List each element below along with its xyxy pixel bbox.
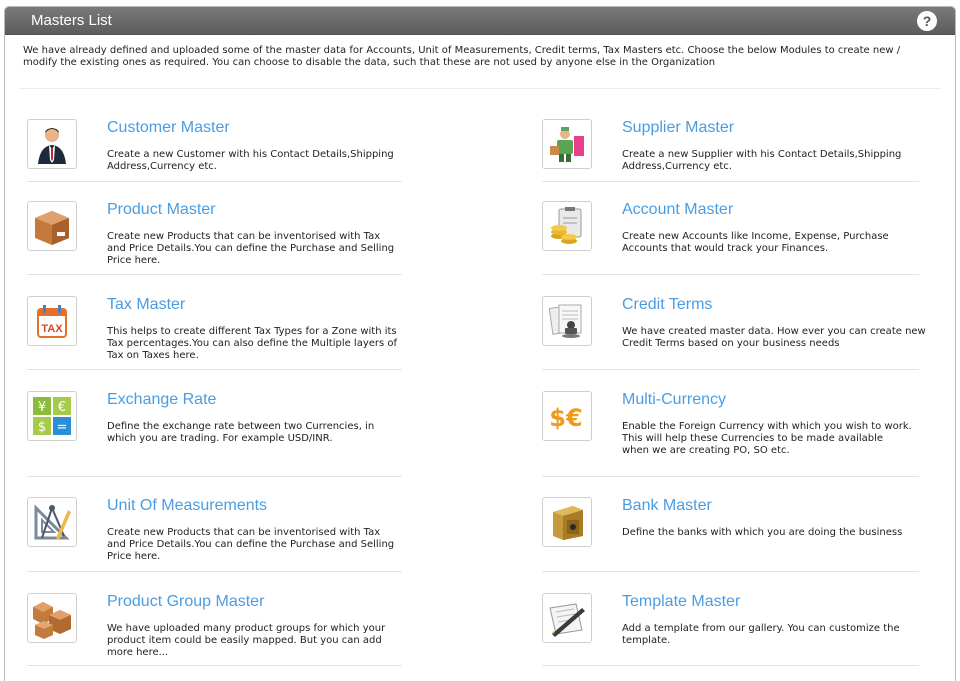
description-line: Accounts that would track your Finances. — [622, 243, 829, 254]
divider — [27, 274, 402, 275]
description-line: product item could be easily mapped. But… — [107, 635, 382, 646]
supplier-master-description: Create a new Supplier with his Contact D… — [622, 149, 901, 173]
intro-text: We have already defined and uploaded som… — [23, 45, 901, 68]
svg-text:=: = — [57, 420, 68, 435]
svg-text:TAX: TAX — [41, 323, 63, 335]
description-line: template. — [622, 635, 671, 646]
help-icon[interactable]: ? — [917, 10, 937, 31]
box-icon[interactable] — [27, 201, 77, 251]
exchange-rate-link[interactable]: Exchange Rate — [107, 391, 216, 409]
divider — [27, 571, 402, 572]
unit-of-measurements-link[interactable]: Unit Of Measurements — [107, 497, 267, 515]
description-line: This helps to create different Tax Types… — [107, 326, 397, 337]
credit-terms-description: We have created master data. How ever yo… — [622, 326, 926, 350]
svg-text:€: € — [58, 400, 66, 415]
description-line: Tax percentages.You can also define the … — [107, 338, 398, 349]
description-line: Tax on Taxes here. — [107, 350, 199, 361]
customer-master-link[interactable]: Customer Master — [107, 119, 230, 137]
divider — [27, 181, 402, 182]
dollar-euro-icon[interactable]: $€ — [542, 391, 592, 441]
drafting-tools-icon[interactable] — [27, 497, 77, 547]
description-line: This will help these Currencies to be ma… — [622, 433, 884, 444]
divider — [19, 88, 941, 89]
description-line: Enable the Foreign Currency with which y… — [622, 421, 912, 432]
unit-of-measurements-description: Create new Products that can be inventor… — [107, 527, 394, 563]
description-line: which you are trading. For example USD/I… — [107, 433, 333, 444]
description-line: when we are creating PO, SO etc. — [622, 445, 790, 456]
description-line: Price here. — [107, 255, 161, 266]
supplier-icon[interactable] — [542, 119, 592, 169]
template-master-description: Add a template from our gallery. You can… — [622, 623, 900, 647]
divider — [542, 274, 919, 275]
description-line: Define the banks with which you are doin… — [622, 527, 903, 538]
coins-clipboard-icon[interactable] — [542, 201, 592, 251]
divider — [542, 369, 919, 370]
description-line: Create new Accounts like Income, Expense… — [622, 231, 889, 242]
supplier-master-link[interactable]: Supplier Master — [622, 119, 734, 137]
masters-list-panel: Masters List ? We have already defined a… — [4, 6, 956, 681]
panel-title: Masters List — [31, 12, 112, 29]
description-line: more here... — [107, 647, 169, 658]
product-group-master-link[interactable]: Product Group Master — [107, 593, 264, 611]
safe-icon[interactable] — [542, 497, 592, 547]
customer-master-description: Create a new Customer with his Contact D… — [107, 149, 394, 173]
boxes-icon[interactable] — [27, 593, 77, 643]
product-master-description: Create new Products that can be inventor… — [107, 231, 394, 267]
multi-currency-link[interactable]: Multi-Currency — [622, 391, 726, 409]
product-group-master-description: We have uploaded many product groups for… — [107, 623, 385, 659]
bank-master-link[interactable]: Bank Master — [622, 497, 712, 515]
description-line: and Price Details.You can define the Pur… — [107, 243, 395, 254]
divider — [542, 181, 919, 182]
template-master-link[interactable]: Template Master — [622, 593, 740, 611]
description-line: and Price Details.You can define the Pur… — [107, 539, 395, 550]
product-master-link[interactable]: Product Master — [107, 201, 215, 219]
description-line: Price here. — [107, 551, 161, 562]
account-master-description: Create new Accounts like Income, Expense… — [622, 231, 889, 255]
divider — [27, 476, 402, 477]
description-line: Define the exchange rate between two Cur… — [107, 421, 375, 432]
customer-icon[interactable] — [27, 119, 77, 169]
description-line: Credit Terms based on your business need… — [622, 338, 840, 349]
tax-master-description: This helps to create different Tax Types… — [107, 326, 397, 362]
description-line: Address,Currency etc. — [622, 161, 732, 172]
svg-text:$: $ — [38, 420, 46, 435]
description-line: We have uploaded many product groups for… — [107, 623, 386, 634]
divider — [27, 369, 402, 370]
description-line: Create a new Supplier with his Contact D… — [622, 149, 902, 160]
account-master-link[interactable]: Account Master — [622, 201, 733, 219]
description-line: Create a new Customer with his Contact D… — [107, 149, 394, 160]
tax-calendar-icon[interactable]: TAX — [27, 296, 77, 346]
currency-exchange-icon[interactable]: ¥ € $ = — [27, 391, 77, 441]
credit-terms-link[interactable]: Credit Terms — [622, 296, 712, 314]
documents-stamp-icon[interactable] — [542, 296, 592, 346]
bank-master-description: Define the banks with which you are doin… — [622, 527, 902, 539]
description-line: Address,Currency etc. — [107, 161, 217, 172]
description-line: We have created master data. How ever yo… — [622, 326, 926, 337]
divider — [542, 476, 919, 477]
svg-text:$€: $€ — [549, 404, 582, 432]
description-line: Create new Products that can be inventor… — [107, 231, 381, 242]
multi-currency-description: Enable the Foreign Currency with which y… — [622, 421, 912, 457]
document-pen-icon[interactable] — [542, 593, 592, 643]
tax-master-link[interactable]: Tax Master — [107, 296, 185, 314]
divider — [542, 665, 919, 666]
description-line: Add a template from our gallery. You can… — [622, 623, 900, 634]
exchange-rate-description: Define the exchange rate between two Cur… — [107, 421, 374, 445]
titlebar: Masters List ? — [5, 7, 955, 35]
svg-text:¥: ¥ — [38, 400, 46, 415]
divider — [542, 571, 919, 572]
divider — [27, 665, 402, 666]
description-line: Create new Products that can be inventor… — [107, 527, 381, 538]
